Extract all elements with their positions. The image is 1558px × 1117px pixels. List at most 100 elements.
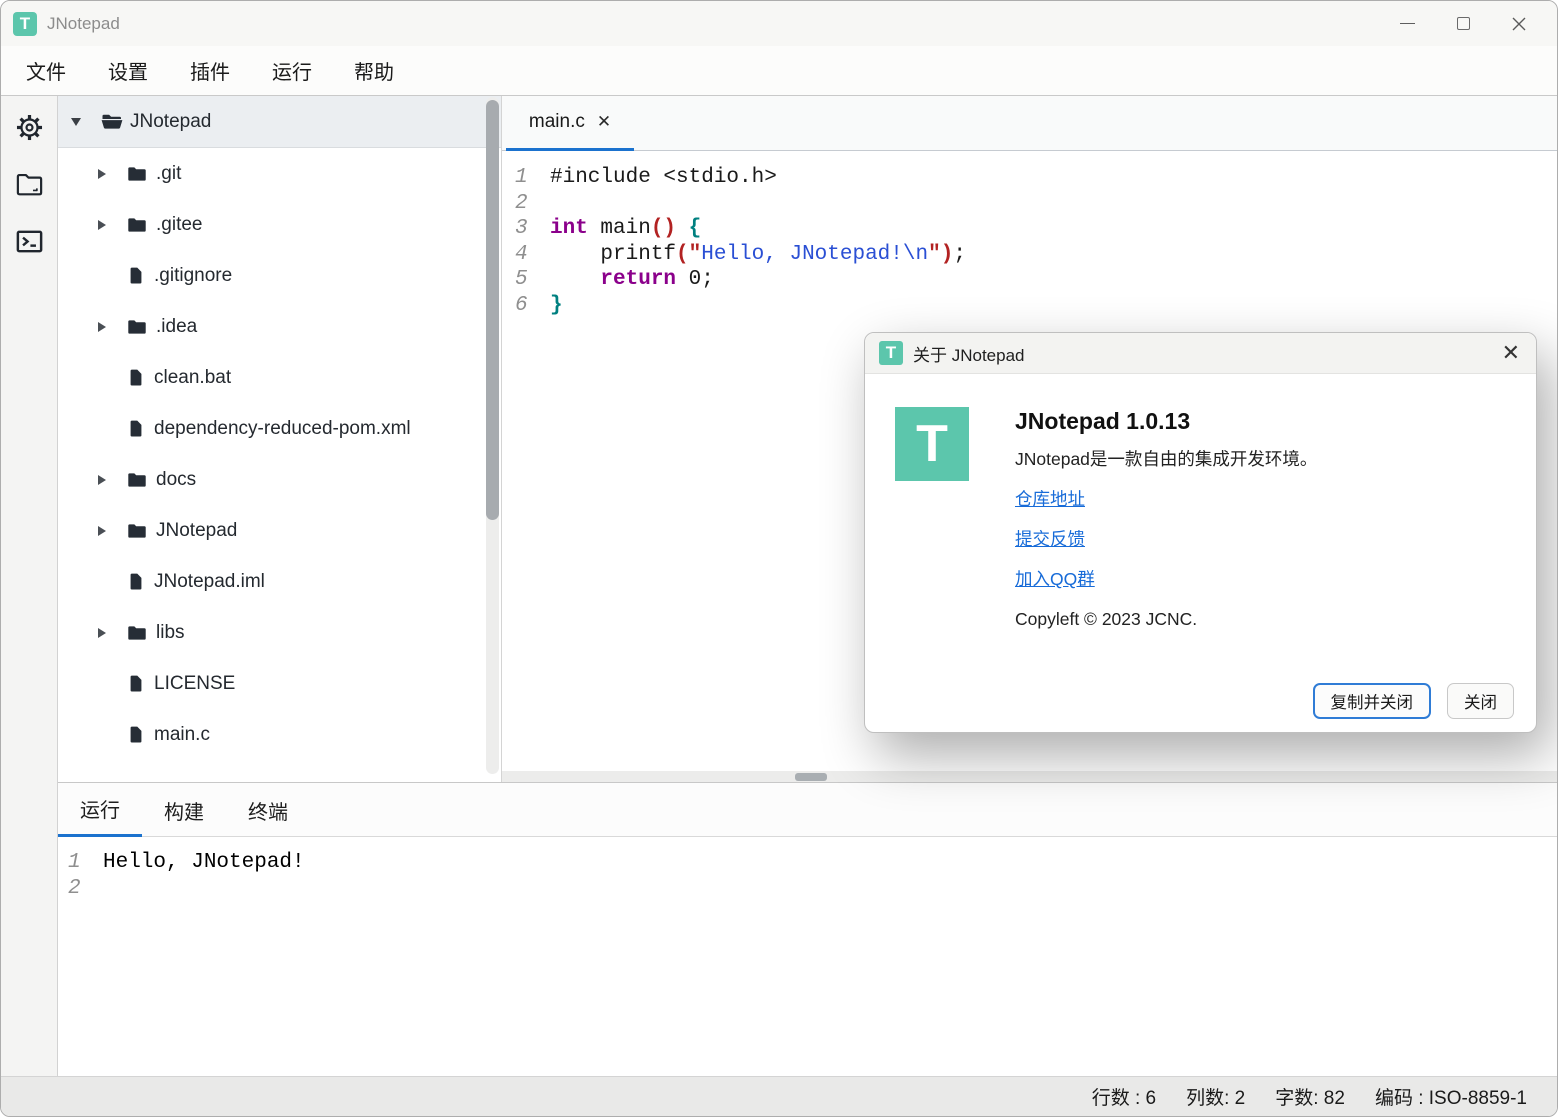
expand-arrow[interactable] (66, 118, 86, 126)
tree-item-label: .gitee (156, 214, 202, 236)
maximize-icon (1457, 17, 1470, 30)
dialog-body: T JNotepad 1.0.13 JNotepad是一款自由的集成开发环境。 … (865, 374, 1536, 631)
dialog-link-2[interactable]: 提交反馈 (1015, 527, 1085, 551)
close-button[interactable] (1491, 6, 1547, 42)
menu-item-1[interactable]: 文件 (26, 56, 66, 85)
line-number: 2 (515, 191, 531, 217)
dialog-links: 仓库地址提交反馈加入QQ群 (1015, 487, 1317, 591)
settings-gear-button[interactable] (10, 108, 48, 146)
tree-item-label: .gitignore (154, 265, 232, 287)
tree-item-4[interactable]: .idea (58, 301, 501, 352)
file-icon (126, 725, 146, 745)
explorer-folder-button[interactable] (10, 165, 48, 203)
expand-arrow[interactable] (92, 526, 112, 536)
status-item-1: 行数 : 6 (1092, 1083, 1156, 1110)
tree-item-12[interactable]: main.c (58, 709, 501, 760)
dialog-title: 关于 JNotepad (913, 341, 1025, 366)
explorer-scrollbar (486, 97, 499, 774)
line-text: return 0; (550, 267, 714, 293)
tree-item-8[interactable]: JNotepad (58, 505, 501, 556)
terminal-button[interactable] (10, 222, 48, 260)
output-tab-bar: 运行构建终端 (58, 783, 1557, 837)
menu-bar: 文件 设置 插件 运行 帮助 (1, 46, 1557, 96)
line-number: 3 (515, 216, 531, 242)
status-item-4: 编码 : ISO-8859-1 (1375, 1083, 1527, 1110)
line-number: 1 (68, 850, 82, 876)
tree-item-label: .idea (156, 316, 197, 338)
explorer-scrollbar-thumb[interactable] (486, 100, 499, 520)
file-icon (126, 419, 146, 439)
chevron-right-icon (98, 526, 106, 536)
copyright-text: Copyleft © 2023 JCNC. (1015, 607, 1317, 631)
status-bar: 行数 : 6列数: 2字数: 82编码 : ISO-8859-1 (1, 1076, 1557, 1116)
tree-item-1[interactable]: .git (58, 148, 501, 199)
tree-item-5[interactable]: clean.bat (58, 352, 501, 403)
menu-item-4[interactable]: 运行 (272, 56, 312, 85)
minimize-button[interactable] (1379, 6, 1435, 42)
dialog-footer: 复制并关闭关闭 (1313, 683, 1515, 719)
file-icon (126, 368, 146, 388)
expand-arrow[interactable] (92, 169, 112, 179)
output-tab-1[interactable]: 运行 (58, 783, 142, 837)
dialog-close-icon[interactable]: ✕ (1502, 342, 1520, 364)
copy-and-close-button[interactable]: 复制并关闭 (1313, 683, 1432, 719)
folder-icon (126, 316, 148, 338)
folder-icon (126, 214, 148, 236)
expand-arrow[interactable] (92, 475, 112, 485)
window-title: JNotepad (47, 14, 120, 34)
tree-item-label: LICENSE (154, 673, 235, 695)
tab-close-icon[interactable]: ✕ (597, 112, 611, 132)
code-line-5: 5 return 0; (502, 267, 1557, 293)
dialog-logo-icon: T (879, 341, 903, 365)
expand-arrow[interactable] (92, 628, 112, 638)
line-text: } (550, 293, 563, 319)
expand-arrow[interactable] (92, 220, 112, 230)
tree-item-label: clean.bat (154, 367, 231, 389)
dialog-link-3[interactable]: 加入QQ群 (1015, 567, 1095, 591)
output-tab-3[interactable]: 终端 (226, 783, 310, 837)
run-output: 1Hello, JNotepad!2 (58, 837, 1557, 1076)
menu-item-3[interactable]: 插件 (190, 56, 230, 85)
tree-item-9[interactable]: JNotepad.iml (58, 556, 501, 607)
expand-arrow[interactable] (92, 322, 112, 332)
tree-item-10[interactable]: libs (58, 607, 501, 658)
tree-item-label: libs (156, 622, 185, 644)
tree-item-2[interactable]: .gitee (58, 199, 501, 250)
output-panel: 运行构建终端 1Hello, JNotepad!2 (58, 782, 1557, 1076)
maximize-button[interactable] (1435, 6, 1491, 42)
chevron-right-icon (98, 475, 106, 485)
chevron-down-icon (71, 118, 81, 126)
editor-tab-mainc[interactable]: main.c ✕ (506, 96, 634, 151)
file-icon (126, 674, 146, 694)
close-dialog-button[interactable]: 关闭 (1447, 683, 1514, 719)
activity-bar (1, 96, 58, 1076)
code-line-4: 4 printf("Hello, JNotepad!\n"); (502, 242, 1557, 268)
terminal-icon (14, 226, 45, 257)
code-line-6: 6} (502, 293, 1557, 319)
file-icon (126, 572, 146, 592)
dialog-header: T 关于 JNotepad ✕ (865, 333, 1536, 374)
tree-item-3[interactable]: .gitignore (58, 250, 501, 301)
title-bar: T JNotepad (1, 1, 1557, 46)
app-logo-icon: T (13, 12, 37, 36)
tree-item-label: dependency-reduced-pom.xml (154, 418, 411, 440)
dialog-link-1[interactable]: 仓库地址 (1015, 487, 1085, 511)
folder-open-icon (100, 110, 124, 134)
output-line-1: 1Hello, JNotepad! (58, 850, 1557, 876)
tree-item-6[interactable]: dependency-reduced-pom.xml (58, 403, 501, 454)
tree-item-7[interactable]: docs (58, 454, 501, 505)
tree-item-label: JNotepad (156, 520, 237, 542)
tree-item-label: docs (156, 469, 196, 491)
tree-item-label: main.c (154, 724, 210, 746)
window-controls (1379, 6, 1547, 42)
menu-item-2[interactable]: 设置 (108, 56, 148, 85)
output-line-2: 2 (58, 876, 1557, 902)
menu-item-5[interactable]: 帮助 (354, 56, 394, 85)
tree-item-11[interactable]: LICENSE (58, 658, 501, 709)
tree-item-root[interactable]: JNotepad (58, 96, 501, 148)
about-info: JNotepad 1.0.13 JNotepad是一款自由的集成开发环境。 仓库… (1015, 407, 1317, 631)
output-tab-2[interactable]: 构建 (142, 783, 226, 837)
editor-hscrollbar-thumb[interactable] (795, 773, 827, 781)
line-number: 6 (515, 293, 531, 319)
editor-hscrollbar (502, 771, 1557, 782)
